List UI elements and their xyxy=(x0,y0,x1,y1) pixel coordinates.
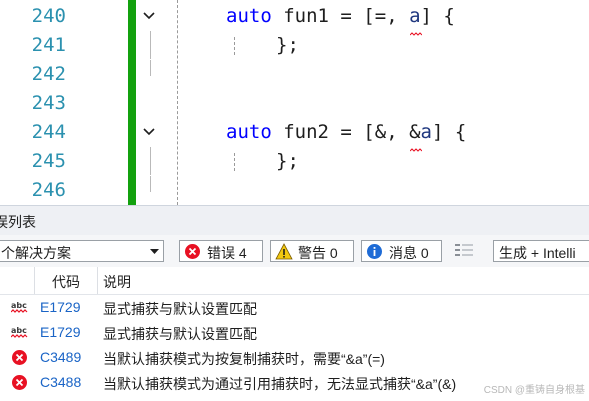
error-code[interactable]: C3489 xyxy=(40,349,81,365)
code-line[interactable]: 242 xyxy=(0,60,589,89)
code-text: }; xyxy=(276,34,299,56)
error-list-header: 误列表 xyxy=(0,205,589,236)
column-header-code[interactable]: 代码 xyxy=(52,272,80,292)
intellisense-error-icon: abc xyxy=(11,301,28,313)
error-icon xyxy=(185,244,200,259)
svg-text:abc: abc xyxy=(11,326,27,335)
column-header-description[interactable]: 说明 xyxy=(103,272,131,292)
table-row[interactable]: C3489 当默认捕获模式为按复制捕获时，需要“&a”(=) xyxy=(0,345,589,370)
fold-guide xyxy=(150,31,151,59)
code-line[interactable]: 243 xyxy=(0,89,589,118)
table-row[interactable]: abc E1729 显式捕获与默认设置匹配 xyxy=(0,320,589,345)
warning-icon xyxy=(275,243,293,260)
code-line[interactable]: 244 auto fun2 = [&, &a] { xyxy=(0,118,589,152)
scope-dropdown[interactable]: 个解决方案 xyxy=(0,240,164,262)
code-editor[interactable]: 240 auto fun1 = [=, a] { 241 }; 242 243 … xyxy=(0,0,589,205)
errors-filter-button[interactable]: 错误 4 xyxy=(179,240,263,262)
line-number: 246 xyxy=(31,179,66,201)
info-icon xyxy=(367,244,382,259)
error-description: 显式捕获与默认设置匹配 xyxy=(103,301,257,317)
warnings-filter-button[interactable]: 警告 0 xyxy=(270,240,354,262)
scope-label: 个解决方案 xyxy=(1,245,71,261)
line-number: 241 xyxy=(31,34,66,56)
code-line[interactable]: 240 auto fun1 = [=, a] { xyxy=(0,2,589,36)
code-text: auto fun1 = [=, a] { xyxy=(226,2,455,36)
fold-guide xyxy=(150,147,151,175)
brace-guide xyxy=(234,37,236,55)
error-description: 当默认捕获模式为通过引用捕获时，无法显式捕获“&a”(&) xyxy=(103,376,457,392)
error-description: 当默认捕获模式为按复制捕获时，需要“&a”(=) xyxy=(103,351,385,367)
filter-icon[interactable] xyxy=(455,243,475,257)
svg-text:abc: abc xyxy=(11,301,27,310)
error-icon xyxy=(12,350,27,365)
intellisense-error-icon: abc xyxy=(11,326,28,338)
code-line[interactable]: 241 }; xyxy=(0,31,589,60)
messages-filter-button[interactable]: 消息 0 xyxy=(361,240,442,262)
dropdown-arrow-icon xyxy=(150,249,159,254)
code-line[interactable]: 245 }; xyxy=(0,147,589,176)
error-squiggle: a xyxy=(409,2,423,36)
table-row[interactable]: abc E1729 显式捕获与默认设置匹配 xyxy=(0,295,589,320)
error-code[interactable]: C3488 xyxy=(40,374,81,390)
column-divider[interactable] xyxy=(97,267,98,294)
error-description: 显式捕获与默认设置匹配 xyxy=(103,326,257,342)
collapse-icon[interactable] xyxy=(141,118,159,147)
brace-guide xyxy=(234,153,236,171)
line-number: 242 xyxy=(31,63,66,85)
fold-guide xyxy=(150,176,151,192)
panel-title: 误列表 xyxy=(0,214,36,230)
code-line[interactable]: 246 xyxy=(0,176,589,205)
code-text: auto fun2 = [&, &a] { xyxy=(226,118,466,152)
collapse-icon[interactable] xyxy=(141,2,159,31)
line-number: 245 xyxy=(31,150,66,172)
error-icon xyxy=(12,375,27,390)
build-source-dropdown[interactable]: 生成 + Intelli xyxy=(493,240,589,262)
line-number: 243 xyxy=(31,92,66,114)
error-list-toolbar: 个解决方案 错误 4 警告 0 消息 0 生成 + Intelli xyxy=(0,235,589,268)
watermark: CSDN @重铸自身根基 xyxy=(483,385,585,396)
line-number: 244 xyxy=(31,121,66,143)
error-code[interactable]: E1729 xyxy=(40,299,80,315)
column-divider[interactable] xyxy=(34,267,35,294)
error-squiggle: &a xyxy=(409,118,432,152)
error-code[interactable]: E1729 xyxy=(40,324,80,340)
line-number: 240 xyxy=(31,5,66,27)
fold-guide xyxy=(150,60,151,76)
error-table-header: 代码 说明 xyxy=(0,267,589,295)
code-text: }; xyxy=(276,150,299,172)
